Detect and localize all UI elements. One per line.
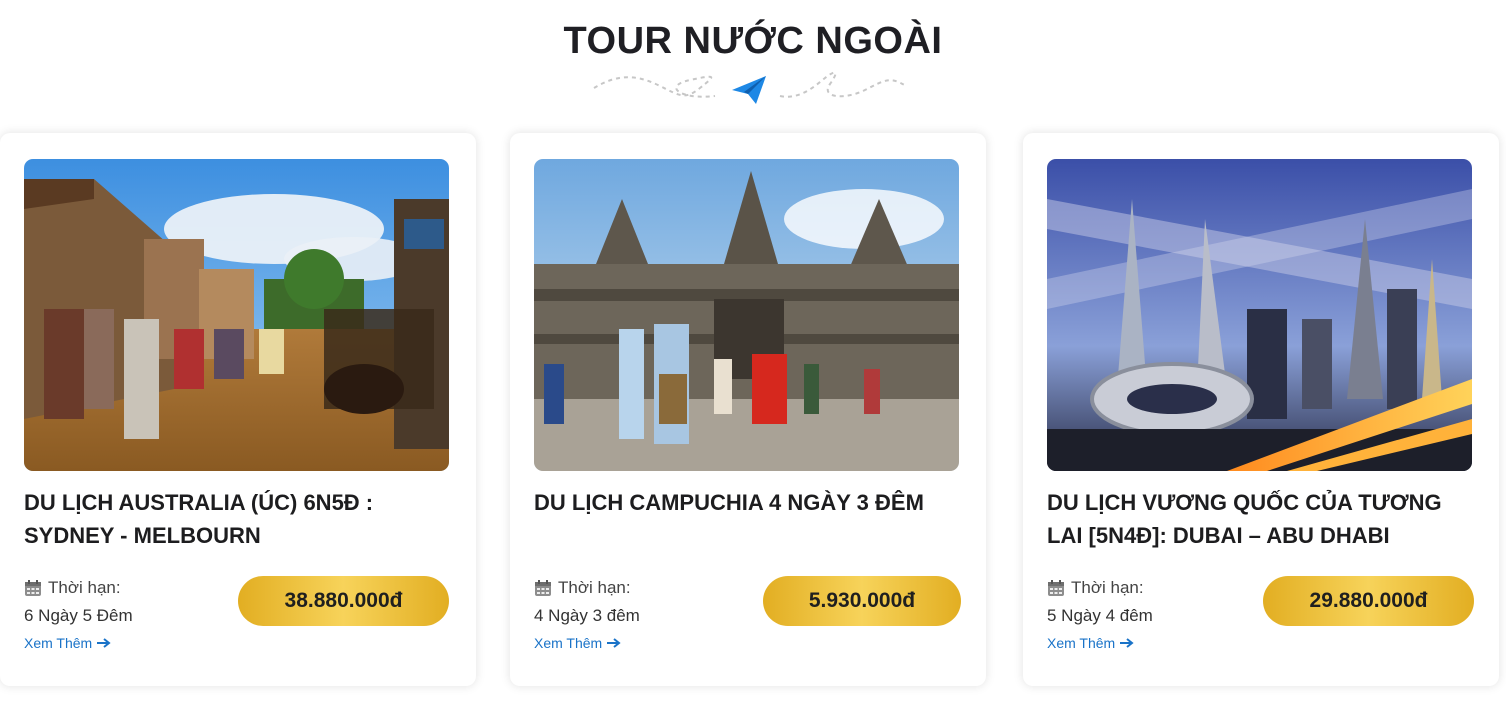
duration-value: 5 Ngày 4 đêm <box>1047 606 1153 625</box>
duration-label-text: Thời hạn: <box>558 578 631 597</box>
duration-label-text: Thời hạn: <box>1071 578 1144 597</box>
duration-value: 4 Ngày 3 đêm <box>534 606 640 625</box>
tour-image[interactable] <box>534 159 959 471</box>
calendar-icon <box>1048 580 1064 596</box>
section-header: TOUR NƯỚC NGOÀI <box>0 0 1506 120</box>
tour-title[interactable]: DU LỊCH VƯƠNG QUỐC CỦA TƯƠNG LAI [5N4Đ]:… <box>1047 486 1483 552</box>
arrow-right-icon <box>1120 638 1134 648</box>
view-more-link[interactable]: Xem Thêm <box>534 635 621 651</box>
angkor-temple-photo-icon <box>534 159 959 471</box>
view-more-label: Xem Thêm <box>534 635 603 651</box>
calendar-icon <box>25 580 41 596</box>
duration-label: Thời hạn: <box>24 577 121 599</box>
paper-plane-ornament-icon <box>593 71 907 104</box>
view-more-label: Xem Thêm <box>24 635 93 651</box>
duration-value: 6 Ngày 5 Đêm <box>24 606 133 625</box>
tour-title[interactable]: DU LỊCH CAMPUCHIA 4 NGÀY 3 ĐÊM <box>534 486 970 519</box>
view-more-link[interactable]: Xem Thêm <box>1047 635 1134 651</box>
tour-image[interactable] <box>1047 159 1472 471</box>
dubai-skyline-photo-icon <box>1047 159 1472 471</box>
section-title: TOUR NƯỚC NGOÀI <box>563 20 943 62</box>
duration-label-text: Thời hạn: <box>48 578 121 597</box>
calendar-icon <box>535 580 551 596</box>
view-more-label: Xem Thêm <box>1047 635 1116 651</box>
arrow-right-icon <box>97 638 111 648</box>
price-button[interactable]: 5.930.000đ <box>763 576 961 626</box>
price-button[interactable]: 29.880.000đ <box>1263 576 1474 626</box>
view-more-link[interactable]: Xem Thêm <box>24 635 111 651</box>
old-town-street-photo-icon <box>24 159 449 471</box>
arrow-right-icon <box>607 638 621 648</box>
tour-card[interactable]: DU LỊCH AUSTRALIA (ÚC) 6N5Đ : SYDNEY - M… <box>0 133 476 686</box>
price-button[interactable]: 38.880.000đ <box>238 576 449 626</box>
tour-title[interactable]: DU LỊCH AUSTRALIA (ÚC) 6N5Đ : SYDNEY - M… <box>24 486 460 552</box>
duration-label: Thời hạn: <box>534 577 631 599</box>
duration-label: Thời hạn: <box>1047 577 1144 599</box>
tour-card[interactable]: DU LỊCH VƯƠNG QUỐC CỦA TƯƠNG LAI [5N4Đ]:… <box>1023 133 1499 686</box>
tour-image[interactable] <box>24 159 449 471</box>
tour-card[interactable]: DU LỊCH CAMPUCHIA 4 NGÀY 3 ĐÊM Thời hạn:… <box>510 133 986 686</box>
tour-cards: DU LỊCH AUSTRALIA (ÚC) 6N5Đ : SYDNEY - M… <box>0 133 1506 693</box>
